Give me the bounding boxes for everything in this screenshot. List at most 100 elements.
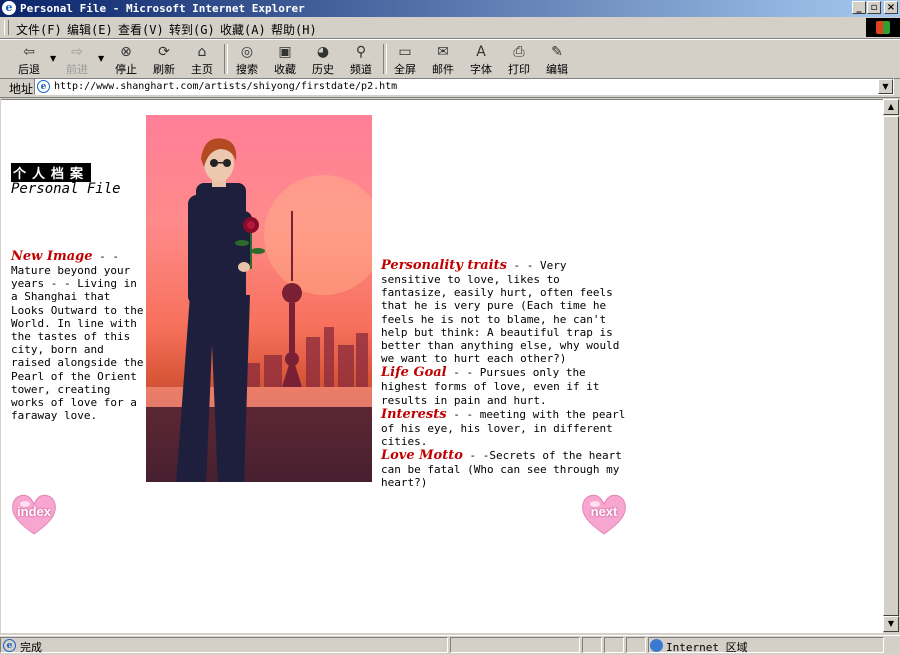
status-pane-2 [450,637,580,653]
globe-icon [650,639,663,652]
status-pane-4 [604,637,624,653]
font-icon: A [476,44,486,60]
channels-button[interactable]: ⚲ 频道 [342,42,380,76]
forward-button[interactable]: ⇨ 前进 [58,42,96,76]
index-label: index [17,504,51,519]
page-icon: e [37,80,50,93]
stop-label: 停止 [115,63,137,76]
page-viewport: 个人档案 Personal File New Image - - Mature … [1,99,883,633]
fullscreen-button[interactable]: ▭ 全屏 [386,42,424,76]
life-goal-block: Life Goal - - Pursues only the highest f… [381,365,626,406]
edit-label: 编辑 [546,63,568,76]
scroll-thumb[interactable] [883,116,899,616]
history-button[interactable]: ◕ 历史 [304,42,342,76]
favorites-icon: ▣ [278,44,292,60]
profile-details: Personality traits - - Very sensitive to… [381,258,626,490]
forward-arrow-icon: ⇨ [71,44,83,60]
home-button[interactable]: ⌂ 主页 [183,42,221,76]
fullscreen-label: 全屏 [394,63,416,76]
maximize-button[interactable]: ▫ [867,1,881,14]
back-label: 后退 [18,63,40,76]
artist-photo [146,115,372,482]
next-heart-button[interactable]: next [581,492,627,536]
mail-label: 邮件 [432,63,454,76]
menu-grip [4,20,9,35]
windows-logo [866,18,900,37]
print-button[interactable]: ⎙ 打印 [500,42,538,76]
standard-toolbar: ⇦ 后退 ▼ ⇨ 前进 ▼ ⊗ 停止 ⟳ 刷新 ⌂ 主页 ◎ 搜索 ▣ 收藏 ◕… [0,39,900,79]
font-button[interactable]: A 字体 [462,42,500,76]
back-arrow-icon: ⇦ [23,44,35,60]
menu-bar: 文件(F) 编辑(E) 查看(V) 转到(G) 收藏(A) 帮助(H) [0,17,900,39]
forward-dropdown-icon[interactable]: ▼ [98,54,104,63]
interests-heading: Interests [381,406,447,422]
interests-block: Interests - - meeting with the pearl of … [381,407,626,448]
status-zone: Internet 区域 [666,641,748,654]
menu-file[interactable]: 文件(F) [16,21,62,38]
search-label: 搜索 [236,63,258,76]
mail-icon: ✉ [437,44,449,60]
search-button[interactable]: ◎ 搜索 [228,42,266,76]
address-input[interactable]: e http://www.shanghart.com/artists/shiyo… [34,78,894,95]
refresh-label: 刷新 [153,63,175,76]
new-image-body: - - Mature beyond your years - - Living … [11,250,144,423]
menu-edit[interactable]: 编辑(E) [67,21,113,38]
address-label: 地址 [9,82,34,96]
stop-icon: ⊗ [120,44,132,60]
history-label: 历史 [312,63,334,76]
back-button[interactable]: ⇦ 后退 [10,42,48,76]
print-label: 打印 [508,63,530,76]
address-bar: 地址 e http://www.shanghart.com/artists/sh… [0,77,900,98]
status-pane-3 [582,637,602,653]
status-text: 完成 [20,641,42,654]
home-label: 主页 [191,63,213,76]
close-button[interactable]: × [884,1,898,14]
favorites-button[interactable]: ▣ 收藏 [266,42,304,76]
menu-view[interactable]: 查看(V) [118,21,164,38]
channels-label: 频道 [350,63,372,76]
new-image-heading: New Image [11,249,93,264]
stop-button[interactable]: ⊗ 停止 [107,42,145,76]
scroll-up-icon[interactable]: ▲ [883,99,899,115]
history-icon: ◕ [316,44,330,60]
search-globe-icon: ◎ [240,44,254,60]
love-motto-heading: Love Motto [381,448,463,464]
new-image-text: New Image - - Mature beyond your years -… [11,249,147,422]
home-icon: ⌂ [197,44,207,60]
love-motto-block: Love Motto - -Secrets of the heart can b… [381,448,626,489]
address-url[interactable]: http://www.shanghart.com/artists/shiyong… [54,81,397,92]
font-label: 字体 [470,63,492,76]
personality-traits-block: Personality traits - - Very sensitive to… [381,258,626,365]
status-bar: e 完成 Internet 区域 [0,635,900,655]
index-heart-button[interactable]: index [11,492,57,536]
status-main-pane [0,637,448,653]
address-dropdown-icon[interactable]: ▼ [878,79,893,94]
window-title: Personal File - Microsoft Internet Explo… [20,2,305,15]
status-page-icon: e [3,639,16,652]
title-bar: e Personal File - Microsoft Internet Exp… [0,0,900,17]
mail-button[interactable]: ✉ 邮件 [424,42,462,76]
ie-logo-icon: e [2,1,16,15]
personality-traits-heading: Personality traits [381,258,507,273]
page-heading-en: Personal File [11,181,121,197]
photo-illustration [146,138,372,482]
minimize-button[interactable]: _ [852,1,866,14]
fullscreen-icon: ▭ [398,44,412,60]
next-label: next [590,504,618,519]
refresh-button[interactable]: ⟳ 刷新 [145,42,183,76]
vertical-scrollbar[interactable]: ▲ ▼ [883,99,899,632]
scroll-down-icon[interactable]: ▼ [883,616,899,632]
refresh-icon: ⟳ [158,44,170,60]
menu-favorites[interactable]: 收藏(A) [220,21,266,38]
printer-icon: ⎙ [513,44,525,60]
menu-help[interactable]: 帮助(H) [271,21,317,38]
edit-button[interactable]: ✎ 编辑 [538,42,576,76]
life-goal-heading: Life Goal [381,365,447,381]
edit-icon: ✎ [551,44,563,60]
channels-icon: ⚲ [355,44,367,60]
status-pane-5 [626,637,646,653]
favorites-label: 收藏 [274,63,296,76]
page-heading-zh: 个人档案 [11,163,92,182]
back-dropdown-icon[interactable]: ▼ [50,54,56,63]
menu-go[interactable]: 转到(G) [169,21,215,38]
